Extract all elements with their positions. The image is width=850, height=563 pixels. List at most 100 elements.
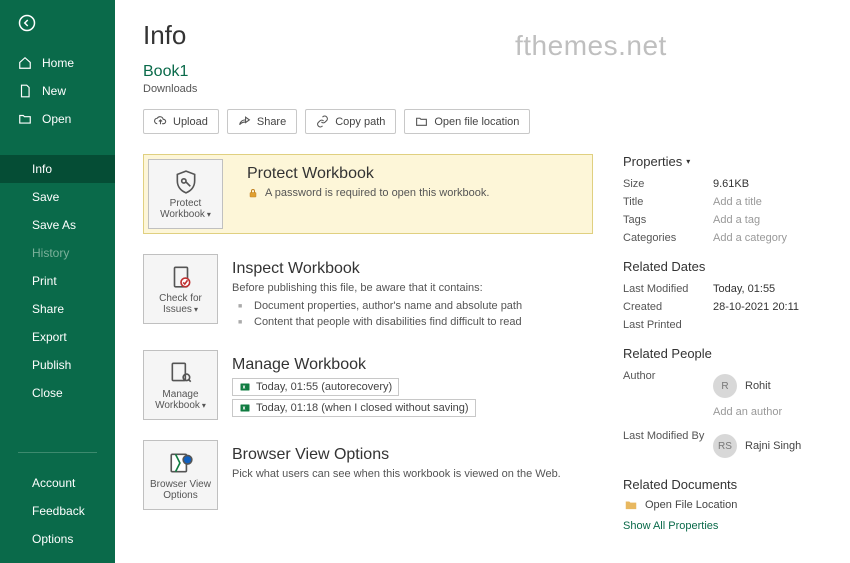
folder-icon <box>415 115 428 128</box>
browser-section: Browser View Options Browser View Option… <box>143 440 593 510</box>
workbook-search-icon <box>168 360 194 386</box>
avatar: RS <box>713 434 737 458</box>
nav-label: Share <box>32 302 64 316</box>
categories-field[interactable]: Add a category <box>713 232 787 244</box>
title-field[interactable]: Add a title <box>713 196 762 208</box>
nav-new[interactable]: New <box>0 77 115 105</box>
share-button[interactable]: Share <box>227 109 297 134</box>
back-button[interactable] <box>0 0 115 45</box>
file-title: Book1 <box>143 63 822 81</box>
upload-button[interactable]: Upload <box>143 109 219 134</box>
nav-print[interactable]: Print <box>0 267 115 295</box>
nav-label: Print <box>32 274 57 288</box>
nav-open[interactable]: Open <box>0 105 115 133</box>
browser-title: Browser View Options <box>232 446 593 464</box>
button-label: Open file location <box>434 116 519 128</box>
protect-section: Protect Workbook▾ Protect Workbook A pas… <box>143 154 593 234</box>
inspect-title: Inspect Workbook <box>232 260 593 278</box>
prop-row-created: Created28-10-2021 20:11 <box>623 298 822 316</box>
nav-primary: Home New Open <box>0 45 115 137</box>
avatar: R <box>713 374 737 398</box>
copy-path-button[interactable]: Copy path <box>305 109 396 134</box>
button-label: Upload <box>173 116 208 128</box>
nav-home[interactable]: Home <box>0 49 115 77</box>
main-pane: fthemes.net Info Book1 Downloads Upload … <box>115 0 850 563</box>
modified-by-row: Last Modified By RS Rajni Singh <box>623 427 822 465</box>
add-author-field[interactable]: Add an author <box>713 406 782 418</box>
inspect-desc: Before publishing this file, be aware th… <box>232 282 483 294</box>
excel-icon <box>239 402 251 414</box>
watermark: fthemes.net <box>515 30 667 62</box>
share-icon <box>238 115 251 128</box>
people-heading: Related People <box>623 346 822 361</box>
inspect-bullets: Document properties, author's name and a… <box>232 298 593 330</box>
home-icon <box>18 56 32 70</box>
prop-row-size: Size9.61KB <box>623 175 822 193</box>
nav-history: History <box>0 239 115 267</box>
backstage-sidebar: Home New Open Info Save Save As History … <box>0 0 115 563</box>
manage-title: Manage Workbook <box>232 356 593 374</box>
nav-label: Export <box>32 330 67 344</box>
dates-heading: Related Dates <box>623 259 822 274</box>
open-icon <box>18 112 32 126</box>
version-label: Today, 01:18 (when I closed without savi… <box>256 402 469 414</box>
nav-account[interactable]: Account <box>0 469 115 497</box>
protect-workbook-tile[interactable]: Protect Workbook▾ <box>148 159 223 229</box>
nav-info[interactable]: Info <box>0 155 115 183</box>
new-icon <box>18 84 32 98</box>
nav-label: Save <box>32 190 59 204</box>
person-name: Rohit <box>745 380 771 392</box>
open-file-location-link[interactable]: Open File Location <box>623 498 822 512</box>
check-issues-tile[interactable]: Check for Issues▾ <box>143 254 218 324</box>
person-name: Rajni Singh <box>745 440 801 452</box>
nav-label: History <box>32 246 69 260</box>
modified-by-person[interactable]: RS Rajni Singh <box>713 430 801 462</box>
browser-view-icon <box>168 450 194 476</box>
properties-heading[interactable]: Properties▾ <box>623 154 822 169</box>
prop-row-title: TitleAdd a title <box>623 193 822 211</box>
nav-share[interactable]: Share <box>0 295 115 323</box>
nav-feedback[interactable]: Feedback <box>0 497 115 525</box>
protect-title: Protect Workbook <box>247 165 586 183</box>
protect-desc: A password is required to open this work… <box>265 187 489 199</box>
browser-desc: Pick what users can see when this workbo… <box>232 468 561 480</box>
file-path: Downloads <box>143 83 822 95</box>
version-list: Today, 01:55 (autorecovery) Today, 01:18… <box>232 378 593 417</box>
show-all-properties-link[interactable]: Show All Properties <box>623 520 718 532</box>
nav-divider <box>18 452 97 453</box>
link-icon <box>316 115 329 128</box>
manage-workbook-tile[interactable]: Manage Workbook▾ <box>143 350 218 420</box>
author-person[interactable]: R Rohit <box>713 370 782 402</box>
nav-export[interactable]: Export <box>0 323 115 351</box>
button-label: Share <box>257 116 286 128</box>
link-label: Open File Location <box>645 499 737 511</box>
folder-icon <box>623 498 639 512</box>
nav-save[interactable]: Save <box>0 183 115 211</box>
nav-options[interactable]: Options <box>0 525 115 553</box>
info-sections: Protect Workbook▾ Protect Workbook A pas… <box>143 154 593 532</box>
browser-view-tile[interactable]: Browser View Options <box>143 440 218 510</box>
tile-label: Protect Workbook <box>160 198 205 220</box>
nav-label: Feedback <box>32 504 85 518</box>
lock-icon <box>247 187 259 199</box>
nav-save-as[interactable]: Save As <box>0 211 115 239</box>
nav-label: Publish <box>32 358 71 372</box>
nav-close[interactable]: Close <box>0 379 115 407</box>
open-location-button[interactable]: Open file location <box>404 109 530 134</box>
author-row: Author R Rohit Add an author <box>623 367 822 421</box>
excel-icon <box>239 381 251 393</box>
inspect-bullet: Document properties, author's name and a… <box>232 298 593 314</box>
version-item[interactable]: Today, 01:18 (when I closed without savi… <box>232 399 476 417</box>
tags-field[interactable]: Add a tag <box>713 214 760 226</box>
info-toolbar: Upload Share Copy path Open file locatio… <box>143 109 822 134</box>
nav-label: New <box>42 84 66 98</box>
button-label: Copy path <box>335 116 385 128</box>
nav-publish[interactable]: Publish <box>0 351 115 379</box>
properties-panel: Properties▾ Size9.61KB TitleAdd a title … <box>623 154 822 532</box>
version-item[interactable]: Today, 01:55 (autorecovery) <box>232 378 399 396</box>
nav-label: Home <box>42 56 74 70</box>
nav-label: Options <box>32 532 73 546</box>
version-label: Today, 01:55 (autorecovery) <box>256 381 392 393</box>
nav-label: Info <box>32 162 52 176</box>
inspect-bullet: Content that people with disabilities fi… <box>232 314 593 330</box>
